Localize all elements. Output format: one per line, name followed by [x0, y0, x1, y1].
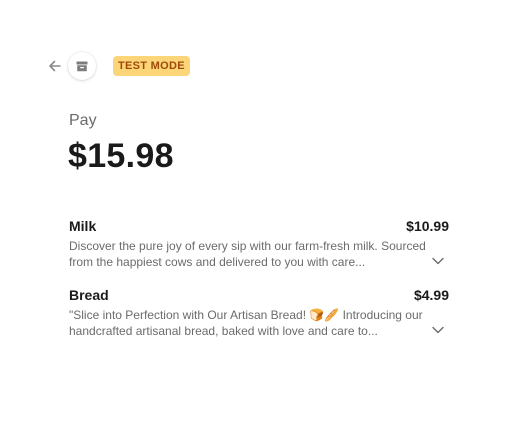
chevron-down-icon: [432, 257, 444, 265]
back-button[interactable]: [46, 57, 64, 75]
item-description: "Slice into Perfection with Our Artisan …: [69, 308, 423, 338]
item-description: Discover the pure joy of every sip with …: [69, 239, 426, 269]
business-logo: [68, 52, 96, 80]
total-amount: $15.98: [68, 137, 174, 175]
line-item: Bread $4.99 "Slice into Perfection with …: [69, 287, 449, 339]
test-mode-badge: TEST MODE: [113, 56, 190, 76]
item-name: Milk: [69, 218, 97, 234]
store-icon: [76, 61, 88, 71]
expand-item-button[interactable]: [431, 254, 445, 268]
item-price: $4.99: [413, 287, 449, 303]
item-price: $10.99: [406, 218, 449, 234]
line-item: Milk $10.99 Discover the pure joy of eve…: [69, 218, 449, 270]
item-name: Bread: [69, 287, 109, 303]
header: TEST MODE: [46, 51, 190, 81]
line-item-header: Milk $10.99: [69, 218, 449, 236]
line-items-list: Milk $10.99 Discover the pure joy of eve…: [69, 218, 449, 356]
chevron-down-icon: [432, 326, 444, 334]
checkout-summary: TEST MODE Pay $15.98 Milk $10.99 Discove…: [0, 0, 511, 432]
expand-item-button[interactable]: [431, 323, 445, 337]
arrow-left-icon: [49, 60, 61, 72]
pay-label: Pay: [69, 112, 97, 129]
line-item-header: Bread $4.99: [69, 287, 449, 305]
